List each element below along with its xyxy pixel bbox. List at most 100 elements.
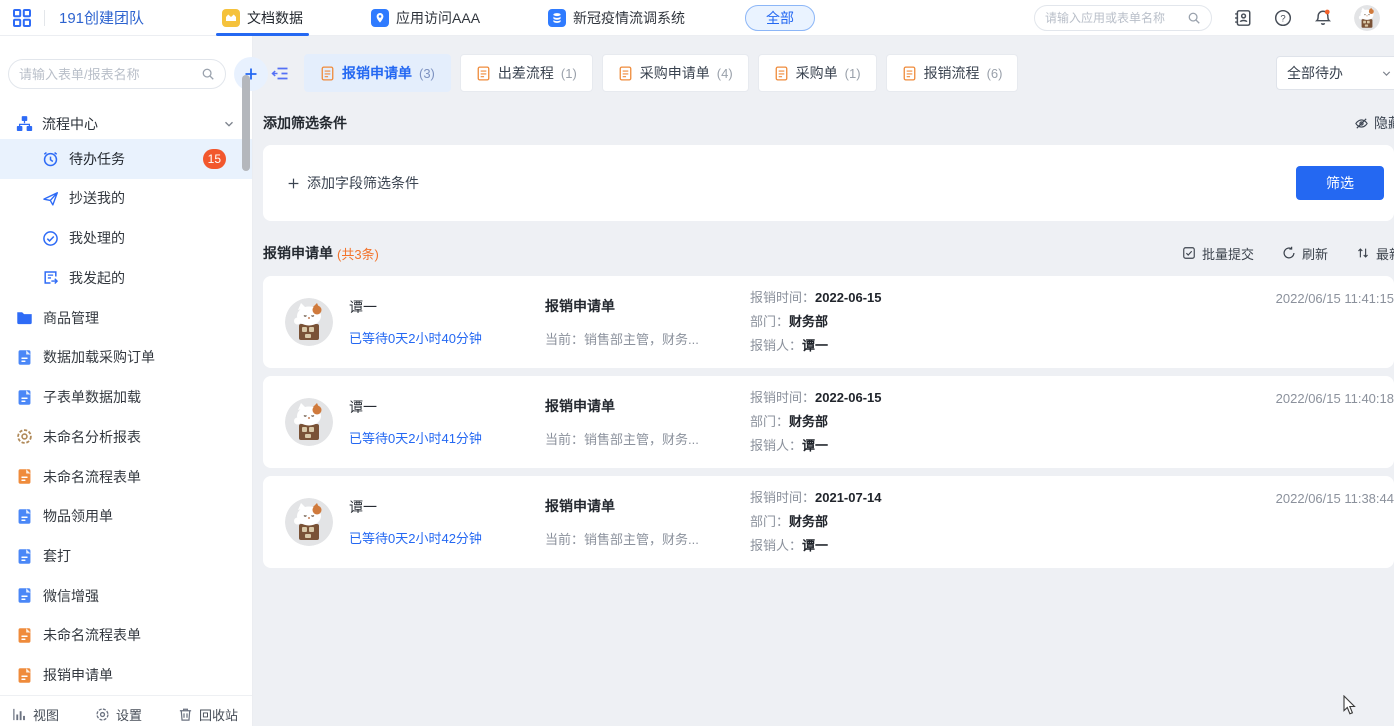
tab-count: (1) — [845, 66, 861, 81]
sidebar-item-unnamed-flow-form-2[interactable]: 未命名流程表单 — [0, 616, 252, 656]
sidebar-item-data-load-purchase-order[interactable]: 数据加载采购订单 — [0, 337, 252, 377]
sidebar-item-todo-tasks[interactable]: 待办任务 15 — [0, 139, 252, 179]
submitted-timestamp: 2022/06/15 11:41:15 — [1276, 291, 1394, 306]
doc-send-icon — [42, 269, 59, 286]
sidebar-item-print-template[interactable]: 套打 — [0, 536, 252, 576]
field-label: 报销时间： — [750, 490, 815, 505]
sidebar-item-unnamed-report[interactable]: 未命名分析报表 — [0, 417, 252, 457]
form-icon — [902, 66, 917, 81]
tab-label: 报销申请单 — [342, 63, 412, 83]
sidebar-item-unnamed-flow-form[interactable]: 未命名流程表单 — [0, 457, 252, 497]
help-icon[interactable]: ? — [1274, 9, 1292, 27]
hide-filter-button[interactable]: 隐藏 — [1354, 113, 1394, 133]
notification-bell-icon[interactable] — [1314, 9, 1332, 27]
sidebar-item-label: 我发起的 — [69, 268, 125, 288]
sidebar-search — [8, 59, 226, 89]
sidebar-item-label: 未命名分析报表 — [43, 427, 141, 447]
filter-section-title: 添加筛选条件 — [263, 113, 347, 133]
batch-submit-button[interactable]: 批量提交 — [1182, 244, 1254, 263]
search-icon[interactable] — [201, 67, 215, 81]
tab-purchase-request[interactable]: 采购申请单 (4) — [602, 54, 749, 92]
plus-icon — [287, 177, 300, 190]
database-app-icon — [548, 9, 566, 27]
filter-button[interactable]: 筛选 — [1296, 166, 1384, 200]
sort-newest-button[interactable]: 最新 — [1356, 244, 1394, 263]
sidebar-group-process-center[interactable]: 流程中心 — [0, 109, 252, 139]
hide-label: 隐藏 — [1374, 113, 1394, 133]
eye-off-icon — [1354, 116, 1369, 131]
tab-covid-system[interactable]: 新冠疫情流调系统 — [542, 0, 691, 36]
tab-app-access[interactable]: 应用访问AAA — [365, 0, 486, 36]
field-value: 谭一 — [802, 338, 828, 353]
topbar-search-input[interactable] — [1045, 11, 1181, 25]
submitted-timestamp: 2022/06/15 11:40:18 — [1276, 391, 1394, 406]
sidebar-item-subform-data-load[interactable]: 子表单数据加载 — [0, 377, 252, 417]
tab-expense-request[interactable]: 报销申请单 (3) — [304, 54, 451, 92]
views-button[interactable]: 视图 — [12, 705, 59, 724]
sidebar-item-label: 我处理的 — [69, 228, 125, 248]
sidebar-item-label: 待办任务 — [69, 149, 125, 169]
waiting-duration: 已等待0天2小时42分钟 — [349, 528, 545, 547]
sidebar: 流程中心 待办任务 15 抄送我的 我处理的 — [0, 36, 253, 726]
tab-doc-data[interactable]: 文档数据 — [216, 0, 309, 36]
sort-icon — [1356, 246, 1370, 260]
add-field-filter-label: 添加字段筛选条件 — [307, 173, 419, 193]
all-apps-pill[interactable]: 全部 — [745, 5, 815, 31]
sidebar-item-expense-form[interactable]: 报销申请单 — [0, 655, 252, 695]
send-icon — [42, 190, 59, 207]
contact-book-icon[interactable] — [1234, 9, 1252, 27]
field-row: 报销时间：2022-06-15 — [750, 386, 882, 410]
tab-label: 采购单 — [796, 63, 838, 83]
tab-label: 出差流程 — [498, 63, 554, 83]
list-count: (共3条) — [337, 244, 379, 263]
todo-card[interactable]: 谭一 已等待0天2小时42分钟 报销申请单 当前：销售部主管，财务... 报销时… — [263, 476, 1394, 568]
sidebar-item-label: 未命名流程表单 — [43, 625, 141, 645]
action-label: 最新 — [1376, 244, 1394, 263]
tab-purchase-order[interactable]: 采购单 (1) — [758, 54, 877, 92]
main-content: 报销申请单 (3) 出差流程 (1) 采购申请单 (4) — [253, 36, 1394, 726]
todo-count-badge: 15 — [203, 149, 226, 169]
field-row: 报销时间：2022-06-15 — [750, 286, 882, 310]
status-filter-select[interactable]: 全部待办 — [1276, 56, 1394, 90]
field-label: 报销人： — [750, 438, 802, 453]
bar-chart-icon — [12, 707, 27, 722]
sidebar-item-wechat-enhance[interactable]: 微信增强 — [0, 576, 252, 616]
field-row: 部门：财务部 — [750, 410, 882, 434]
form-icon — [320, 66, 335, 81]
recycle-bin-button[interactable]: 回收站 — [178, 705, 238, 724]
sidebar-item-cc-to-me[interactable]: 抄送我的 — [0, 179, 252, 219]
field-label: 报销时间： — [750, 290, 815, 305]
todo-card[interactable]: 谭一 已等待0天2小时41分钟 报销申请单 当前：销售部主管，财务... 报销时… — [263, 376, 1394, 468]
sidebar-item-started-by-me[interactable]: 我发起的 — [0, 258, 252, 298]
form-title: 报销申请单 — [545, 296, 750, 316]
apps-grid-icon[interactable] — [12, 8, 32, 28]
form-title: 报销申请单 — [545, 396, 750, 416]
refresh-button[interactable]: 刷新 — [1282, 244, 1328, 263]
checkbox-check-icon — [1182, 246, 1196, 260]
user-avatar[interactable] — [1354, 5, 1380, 31]
sidebar-item-product-management[interactable]: 商品管理 — [0, 298, 252, 338]
current-node: 当前：销售部主管，财务... — [545, 529, 750, 548]
todo-card[interactable]: 谭一 已等待0天2小时40分钟 报销申请单 当前：销售部主管，财务... 报销时… — [263, 276, 1394, 368]
field-label: 部门： — [750, 314, 789, 329]
search-icon[interactable] — [1187, 11, 1201, 25]
sidebar-scrollbar[interactable] — [242, 75, 250, 171]
sidebar-search-input[interactable] — [19, 67, 195, 82]
settings-button[interactable]: 设置 — [95, 705, 142, 724]
tab-business-trip-flow[interactable]: 出差流程 (1) — [460, 54, 593, 92]
add-field-filter-button[interactable]: 添加字段筛选条件 — [287, 173, 419, 193]
sidebar-item-handled-by-me[interactable]: 我处理的 — [0, 218, 252, 258]
sidebar-item-label: 未命名流程表单 — [43, 467, 141, 487]
svg-text:?: ? — [1280, 13, 1285, 24]
tab-expense-flow[interactable]: 报销流程 (6) — [886, 54, 1019, 92]
tab-label: 文档数据 — [247, 8, 303, 28]
field-label: 报销时间： — [750, 390, 815, 405]
team-name[interactable]: 191创建团队 — [59, 7, 144, 28]
action-label: 批量提交 — [1202, 244, 1254, 263]
collapse-tabs-icon[interactable] — [271, 65, 290, 82]
pin-app-icon — [371, 9, 389, 27]
field-value: 财务部 — [789, 514, 828, 529]
field-value: 财务部 — [789, 414, 828, 429]
sidebar-item-item-requisition[interactable]: 物品领用单 — [0, 496, 252, 536]
filter-card: 添加字段筛选条件 筛选 — [263, 145, 1394, 221]
